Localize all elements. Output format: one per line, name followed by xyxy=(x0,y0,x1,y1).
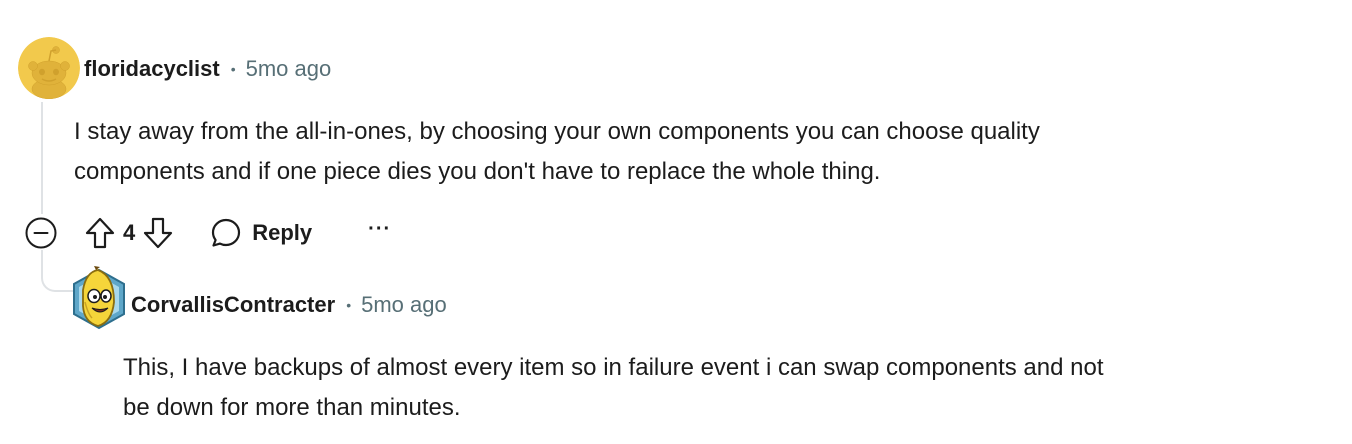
timestamp[interactable]: 5mo ago xyxy=(361,292,447,318)
separator-dot: • xyxy=(346,297,352,313)
reply-button[interactable]: Reply xyxy=(210,217,312,249)
comment-body: This, I have backups of almost every ite… xyxy=(123,348,1338,428)
vote-score: 4 xyxy=(123,220,136,245)
comment-body-line: I stay away from the all-in-ones, by cho… xyxy=(74,118,1040,145)
comment-body-line: This, I have backups of almost every ite… xyxy=(123,354,1104,381)
banana-character-avatar-icon xyxy=(73,266,125,330)
avatar-corvalliscontracter[interactable] xyxy=(70,266,128,334)
comment-meta: CorvallisContracter • 5mo ago xyxy=(131,290,447,320)
reply-label: Reply xyxy=(252,220,313,245)
more-options-button[interactable]: ··· xyxy=(368,219,391,242)
comment-actions: 4 Reply ··· xyxy=(22,210,391,256)
speech-bubble-icon xyxy=(212,218,241,247)
timestamp[interactable]: 5mo ago xyxy=(246,56,332,82)
comment-body: I stay away from the all-in-ones, by cho… xyxy=(74,112,1314,192)
username[interactable]: floridacyclist xyxy=(84,56,220,82)
collapse-minus-icon xyxy=(25,217,57,249)
comment-body-line: components and if one piece dies you don… xyxy=(74,158,881,185)
comment-body-line: be down for more than minutes. xyxy=(123,394,461,421)
upvote-arrow-icon xyxy=(85,217,115,249)
separator-dot: • xyxy=(230,61,236,77)
downvote-arrow-icon xyxy=(144,217,173,249)
downvote-button[interactable] xyxy=(142,216,174,250)
comment-meta: floridacyclist • 5mo ago xyxy=(84,54,331,84)
username[interactable]: CorvallisContracter xyxy=(131,292,335,318)
reddit-snoo-avatar-icon xyxy=(18,37,80,99)
collapse-button[interactable] xyxy=(22,214,60,252)
upvote-button[interactable] xyxy=(84,216,116,250)
avatar-floridacyclist[interactable] xyxy=(18,37,80,99)
thread-line xyxy=(41,102,43,214)
